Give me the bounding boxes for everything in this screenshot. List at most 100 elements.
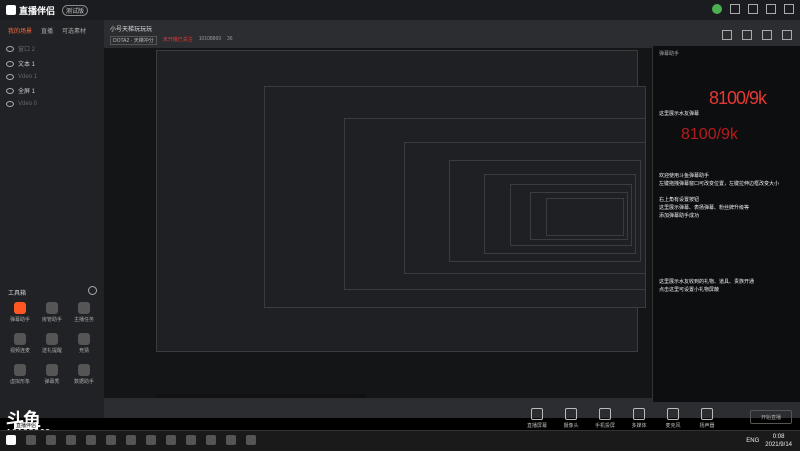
avatar-icon [14, 364, 26, 376]
logo-icon [6, 5, 16, 15]
chat-line: 这里展示水友弹幕 [659, 111, 700, 117]
video-link-icon [14, 333, 26, 345]
quiz-icon [78, 333, 90, 345]
steam-icon[interactable] [186, 435, 196, 445]
scene-item[interactable]: 全屏 1 [0, 83, 104, 98]
chat-line: 右上角有设置按钮 [659, 197, 700, 203]
data-icon [78, 364, 90, 376]
toolbox-grid: 弹幕助手 房管助手 主播任务 视频连麦 送礼提醒 竞猜 虚拟形象 弹幕秀 数据助… [4, 302, 100, 385]
menu-icon[interactable] [730, 4, 740, 14]
start-live-button[interactable]: 开始直播 [750, 410, 792, 424]
speaker-button[interactable]: 扬声器 [694, 408, 720, 429]
tool-quiz[interactable]: 竞猜 [68, 333, 100, 354]
tool-anchor-task[interactable]: 主播任务 [68, 302, 100, 323]
clock[interactable]: 0:08 2021/9/14 [765, 433, 792, 449]
explorer-icon[interactable] [86, 435, 96, 445]
app-icon[interactable] [206, 435, 216, 445]
scene-item[interactable]: Vdeo 1 [0, 71, 104, 83]
room-manager-icon [46, 302, 58, 314]
app-icon[interactable] [246, 435, 256, 445]
save-icon[interactable] [742, 30, 752, 40]
eye-icon[interactable] [6, 101, 14, 107]
phone-icon [599, 408, 611, 420]
eye-icon[interactable] [6, 87, 14, 94]
screen-capture-button[interactable]: 直播屏幕 [524, 408, 550, 429]
app-icon[interactable] [126, 435, 136, 445]
tab-my-scene[interactable]: 我的场景 [8, 26, 32, 35]
camera-button[interactable]: 摄像头 [558, 408, 584, 429]
tool-gift-remind[interactable]: 送礼提醒 [36, 333, 68, 354]
sidebar: 我的场景 直播 可选素材 窗口 2 文本 1 Vdeo 1 全屏 1 Vdeo … [0, 20, 105, 430]
app-name: 直播伴侣 [19, 5, 56, 16]
tool-room-manager[interactable]: 房管助手 [36, 302, 68, 323]
tool-video-link[interactable]: 视频连麦 [4, 333, 36, 354]
scene-item[interactable]: Vdeo 0 [0, 98, 104, 110]
danmu-icon [14, 302, 26, 314]
search-icon[interactable] [26, 435, 36, 445]
danmu-count: 8100/9k [709, 88, 767, 108]
category-tag[interactable]: DOTA2 · 天梯冲分 [110, 36, 157, 45]
nested-taskbar [156, 394, 366, 398]
play-icon [633, 408, 645, 420]
user-avatar[interactable] [712, 4, 722, 14]
tool-avatar[interactable]: 虚拟形象 [4, 364, 36, 385]
tab-live[interactable]: 直播 [41, 26, 53, 35]
danmu-panel[interactable]: 弹幕助手 8100/9k 8100/9k 这里展示水友弹幕 欢迎使用斗鱼弹幕助手… [652, 46, 800, 402]
gift-icon [46, 333, 58, 345]
beta-badge: 测试版 [62, 4, 89, 16]
chat-line: 这里展示水友收到的礼物、道具、贵族开通 [659, 279, 755, 285]
viewer-count: 36 [227, 36, 233, 42]
close-icon[interactable] [784, 4, 794, 14]
scene-tabs: 我的场景 直播 可选素材 [0, 20, 104, 41]
danmu-show-icon [46, 364, 58, 376]
tool-data[interactable]: 数据助手 [68, 364, 100, 385]
bottom-toolbar: 直播屏幕 摄像头 手机投屏 多媒体 麦克风 扬声器 [524, 408, 720, 429]
toolbox-toggle-icon[interactable] [88, 286, 97, 295]
wechat-icon[interactable] [166, 435, 176, 445]
system-tray: ENG 0:08 2021/9/14 [746, 433, 792, 449]
chat-line: 点击这里可设置小礼物屏蔽 [659, 287, 720, 293]
tool-danmu[interactable]: 弹幕助手 [4, 302, 36, 323]
main-area: 小号天梯玩玩玩 DOTA2 · 天梯冲分 未开播已关注 10108869 36 … [104, 20, 800, 429]
mic-icon [667, 408, 679, 420]
eye-icon[interactable] [6, 45, 14, 52]
scene-item[interactable]: 窗口 2 [0, 41, 104, 56]
tray-lang[interactable]: ENG [746, 438, 759, 444]
tab-materials[interactable]: 可选素材 [62, 26, 86, 35]
room-meta: DOTA2 · 天梯冲分 未开播已关注 10108869 36 [110, 36, 233, 45]
chat-line: 添加弹幕助手成功 [659, 213, 700, 219]
chat-line: 左键拖拽弹幕窗口可改变位置，左键拉伸边框改变大小 [659, 181, 780, 187]
media-button[interactable]: 多媒体 [626, 408, 652, 429]
phone-cast-button[interactable]: 手机投屏 [592, 408, 618, 429]
chrome-icon[interactable] [66, 435, 76, 445]
maximize-icon[interactable] [766, 4, 776, 14]
windows-taskbar: ENG 0:08 2021/9/14 [0, 430, 800, 451]
nested-frame [546, 198, 624, 236]
layout-icon[interactable] [722, 30, 732, 40]
tool-danmu-show[interactable]: 弹幕秀 [36, 364, 68, 385]
room-id-label: 10108869 [198, 36, 222, 42]
share-icon[interactable] [782, 30, 792, 40]
task-view-icon[interactable] [46, 435, 56, 445]
scene-item[interactable]: 文本 1 [0, 56, 104, 71]
minimize-icon[interactable] [748, 4, 758, 14]
status-text: 未开播已关注 [162, 37, 193, 43]
speaker-icon [701, 408, 713, 420]
app-icon[interactable] [106, 435, 116, 445]
live-companion-icon[interactable] [226, 435, 236, 445]
room-title[interactable]: 小号天梯玩玩玩 [110, 24, 152, 33]
danmu-panel-header: 弹幕助手 [659, 51, 680, 57]
windows-start-icon[interactable] [6, 435, 16, 445]
title-bar: 直播伴侣 测试版 [0, 0, 800, 20]
monitor-icon [531, 408, 543, 420]
camera-icon [565, 408, 577, 420]
danmu-count-echo: 8100/9k [681, 126, 738, 143]
app-icon[interactable] [146, 435, 156, 445]
eye-icon[interactable] [6, 74, 14, 80]
chat-line: 这里展示弹幕、表扬弹幕、粉丝牌升级等 [659, 205, 750, 211]
mic-button[interactable]: 麦克风 [660, 408, 686, 429]
settings-icon[interactable] [762, 30, 772, 40]
task-icon [78, 302, 90, 314]
eye-icon[interactable] [6, 60, 14, 67]
chat-line: 欢迎使用斗鱼弹幕助手 [659, 173, 710, 179]
